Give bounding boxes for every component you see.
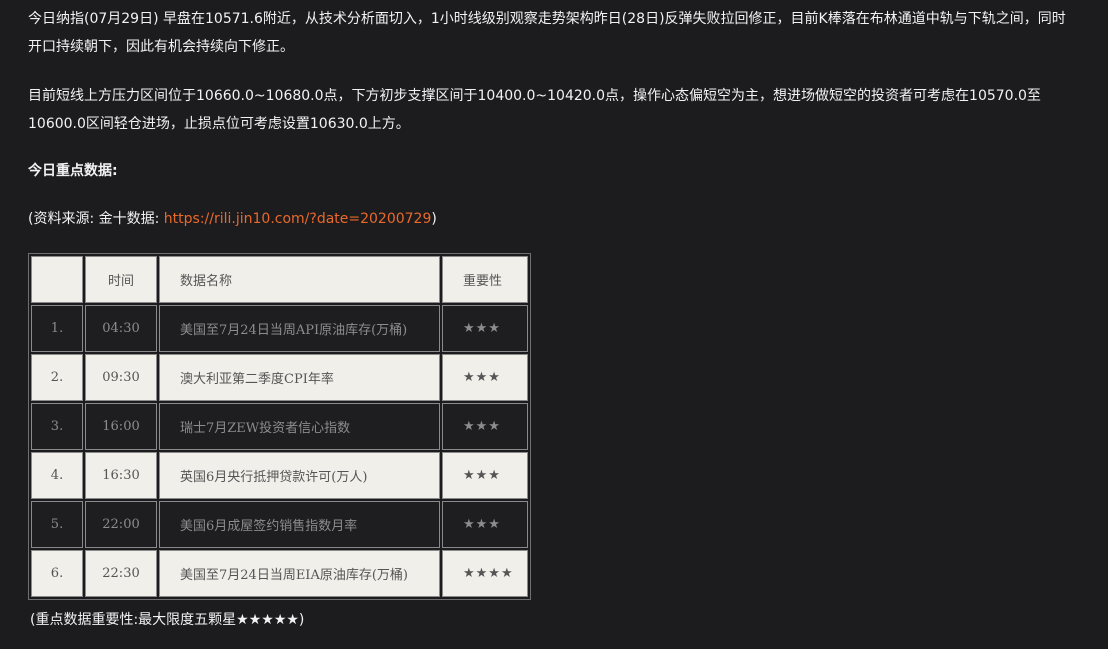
row-name: 英国6月央行抵押贷款许可(万人) [159,452,440,499]
table-row: 2. 09:30 澳大利亚第二季度CPI年率 ★★★ [31,354,528,401]
row-index: 6. [31,550,83,597]
key-data-heading: 今日重点数据: [28,163,118,179]
table-row: 3. 16:00 瑞士7月ZEW投资者信心指数 ★★★ [31,403,528,450]
economic-calendar-table: 时间 数据名称 重要性 1. 04:30 美国至7月24日当周API原油库存(万… [28,253,531,600]
source-prefix: (资料来源: 金十数据: [28,211,164,227]
table-row: 4. 16:30 英国6月央行抵押贷款许可(万人) ★★★ [31,452,528,499]
row-name: 澳大利亚第二季度CPI年率 [159,354,440,401]
row-time: 16:00 [85,403,157,450]
source-suffix: ) [431,211,437,227]
row-time: 22:00 [85,501,157,548]
analysis-paragraph-2: 目前短线上方压力区间位于10660.0~10680.0点，下方初步支撑区间于10… [28,88,1041,132]
row-importance-stars: ★★★★ [442,550,528,597]
table-header-row: 时间 数据名称 重要性 [31,256,528,303]
row-importance-stars: ★★★ [442,305,528,352]
row-name: 瑞士7月ZEW投资者信心指数 [159,403,440,450]
importance-legend-note: (重点数据重要性:最大限度五颗星★★★★★) [30,612,305,628]
row-index: 1. [31,305,83,352]
row-name: 美国至7月24日当周EIA原油库存(万桶) [159,550,440,597]
source-link[interactable]: https://rili.jin10.com/?date=20200729 [164,211,432,227]
row-time: 22:30 [85,550,157,597]
row-importance-stars: ★★★ [442,354,528,401]
row-time: 16:30 [85,452,157,499]
row-importance-stars: ★★★ [442,501,528,548]
analysis-paragraph-1: 今日纳指(07月29日) 早盘在10571.6附近，从技术分析面切入，1小时线级… [28,11,1066,55]
row-name: 美国至7月24日当周API原油库存(万桶) [159,305,440,352]
row-importance-stars: ★★★ [442,452,528,499]
row-index: 3. [31,403,83,450]
header-index [31,256,83,303]
header-importance: 重要性 [442,256,528,303]
data-source-line: (资料来源: 金十数据: https://rili.jin10.com/?dat… [28,205,437,233]
row-index: 4. [31,452,83,499]
table-row: 5. 22:00 美国6月成屋签约销售指数月率 ★★★ [31,501,528,548]
row-index: 2. [31,354,83,401]
header-name: 数据名称 [159,256,440,303]
table-row: 6. 22:30 美国至7月24日当周EIA原油库存(万桶) ★★★★ [31,550,528,597]
table-row: 1. 04:30 美国至7月24日当周API原油库存(万桶) ★★★ [31,305,528,352]
row-importance-stars: ★★★ [442,403,528,450]
row-time: 09:30 [85,354,157,401]
row-index: 5. [31,501,83,548]
row-name: 美国6月成屋签约销售指数月率 [159,501,440,548]
header-time: 时间 [85,256,157,303]
row-time: 04:30 [85,305,157,352]
